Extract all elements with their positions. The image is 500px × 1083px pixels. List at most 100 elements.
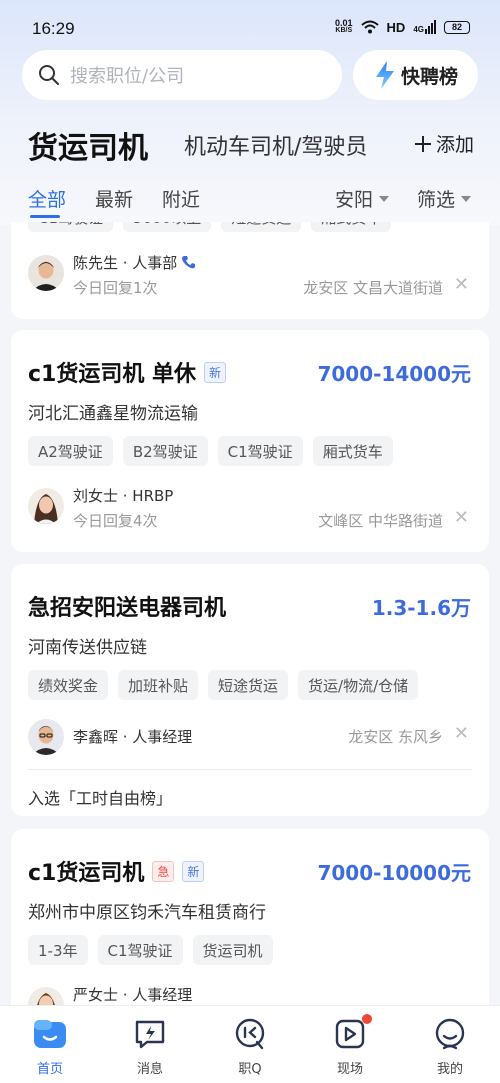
net-speed: 0.01 KB/S	[335, 19, 353, 35]
salary: 7000-14000元	[317, 362, 471, 386]
avatar	[28, 255, 64, 291]
nav-profile[interactable]: 我的	[400, 1006, 500, 1083]
tag: 5000以上	[123, 222, 212, 232]
tab-nearby[interactable]: 附近	[162, 185, 200, 212]
tag-list: C1驾驶证 5000以上 短途货运 厢式货车	[28, 222, 392, 232]
nav-messages[interactable]: 消息	[100, 1006, 200, 1083]
signal-label: 4G	[413, 25, 424, 34]
tag: 绩效奖金	[28, 670, 109, 700]
nav-live[interactable]: 现场	[300, 1006, 400, 1083]
tag: 货运司机	[192, 935, 273, 965]
tag: 厢式货车	[312, 436, 393, 466]
phone-icon	[182, 256, 196, 269]
battery-icon: 82	[444, 20, 470, 34]
bottom-nav: 首页 消息 职Q 现场 我的	[0, 1005, 500, 1083]
recruiter-name: 刘女士 · HRBP	[73, 487, 174, 505]
tab-bar: 全部 最新 附近 安阳 筛选	[0, 185, 500, 218]
new-badge: 新	[182, 860, 205, 882]
job-location: 龙安区 东风乡	[348, 728, 443, 746]
nav-label: 消息	[136, 1062, 163, 1077]
avatar	[28, 488, 64, 524]
job-title-secondary[interactable]: 机动车司机/驾驶员	[184, 129, 374, 161]
salary: 7000-10000元	[317, 861, 471, 885]
recruiter-name: 严女士 · 人事经理	[73, 986, 193, 1004]
recruiter-name: 李鑫晖 · 人事经理	[73, 728, 193, 746]
city-label: 安阳	[335, 189, 374, 211]
tag-list: A2驾驶证 B2驾驶证 C1驾驶证 厢式货车	[28, 436, 393, 466]
tag: B2驾驶证	[122, 436, 208, 466]
tag: 短途货运	[221, 222, 302, 232]
tag: A2驾驶证	[28, 436, 113, 466]
search-bar[interactable]: 搜索职位/公司	[22, 50, 342, 100]
net-speed-unit: KB/S	[335, 27, 353, 34]
reply-status: 今日回复1次	[73, 279, 158, 297]
ranking-button[interactable]: 快聘榜	[353, 50, 478, 100]
net-speed-value: 0.01	[335, 18, 353, 28]
job-list: C1驾驶证 5000以上 短途货运 厢式货车 陈先生 · 人事部 今日回复1次 …	[0, 222, 500, 1005]
new-badge: 新	[204, 361, 227, 383]
ranking-note: 入选「工时自由榜」	[28, 789, 173, 808]
profile-icon	[432, 1016, 468, 1052]
urgent-badge: 急	[152, 860, 175, 882]
job-title-text: c1货运司机	[28, 861, 145, 886]
city-dropdown[interactable]: 安阳	[335, 185, 390, 212]
live-icon	[332, 1014, 372, 1052]
company-name: 河南传送供应链	[28, 638, 147, 658]
battery-level: 82	[451, 22, 462, 32]
nav-label: 现场	[336, 1062, 363, 1077]
status-icons: 0.01 KB/S HD 4G 82	[335, 19, 470, 35]
tag: 加班补贴	[118, 670, 199, 700]
search-icon	[39, 65, 59, 85]
job-card[interactable]: c1货运司机 急 新 7000-10000元 郑州市中原区钧禾汽车租赁商行 1-…	[11, 829, 489, 1005]
ranking-label: 快聘榜	[400, 65, 458, 88]
tag-list: 绩效奖金 加班补贴 短途货运 货运/物流/仓储	[28, 670, 419, 700]
job-location: 龙安区 文昌大道街道	[303, 279, 443, 297]
nav-label: 职Q	[238, 1062, 262, 1077]
tag: C1驾驶证	[28, 222, 114, 232]
tab-all[interactable]: 全部	[28, 185, 66, 212]
plus-icon	[415, 135, 431, 152]
status-time: 16:29	[32, 19, 75, 38]
lightning-icon	[375, 61, 394, 89]
job-location: 文峰区 中华路街道	[318, 512, 443, 530]
signal-icon: 4G	[413, 20, 436, 34]
add-label: 添加	[436, 134, 475, 156]
divider	[28, 769, 472, 770]
tag: 厢式货车	[311, 222, 392, 232]
notification-dot	[362, 1014, 372, 1024]
tab-latest[interactable]: 最新	[95, 185, 133, 212]
filter-label: 筛选	[417, 189, 456, 211]
job-card[interactable]: 急招安阳送电器司机 1.3-1.6万 河南传送供应链 绩效奖金 加班补贴 短途货…	[11, 564, 489, 816]
close-icon[interactable]: ✕	[454, 723, 469, 744]
tag-list: 1-3年 C1驾驶证 货运司机	[28, 935, 273, 965]
close-icon[interactable]: ✕	[454, 507, 469, 528]
avatar	[28, 987, 64, 1005]
close-icon[interactable]: ✕	[454, 274, 469, 295]
job-title-text: 急招安阳送电器司机	[28, 596, 227, 621]
job-title: c1货运司机 单休 新	[28, 356, 227, 388]
tag: 货运/物流/仓储	[298, 670, 419, 700]
nav-home[interactable]: 首页	[0, 1006, 100, 1083]
wifi-icon	[360, 20, 379, 34]
job-title-primary[interactable]: 货运司机	[28, 123, 148, 167]
nav-jobq[interactable]: 职Q	[200, 1006, 300, 1083]
add-button[interactable]: 添加	[414, 130, 474, 157]
recruiter-text: 陈先生 · 人事部	[73, 254, 178, 272]
chevron-down-icon	[379, 195, 390, 202]
company-name: 郑州市中原区钧禾汽车租赁商行	[28, 903, 266, 923]
nav-label: 首页	[36, 1062, 63, 1077]
job-card[interactable]: C1驾驶证 5000以上 短途货运 厢式货车 陈先生 · 人事部 今日回复1次 …	[11, 222, 489, 319]
tag: C1驾驶证	[217, 436, 303, 466]
recruiter-name: 陈先生 · 人事部	[73, 252, 196, 273]
filter-dropdown[interactable]: 筛选	[417, 185, 472, 212]
home-icon	[32, 1016, 68, 1052]
avatar	[28, 719, 64, 755]
chevron-down-icon	[461, 195, 472, 202]
salary: 1.3-1.6万	[371, 596, 471, 620]
message-icon	[132, 1016, 168, 1052]
job-title: 急招安阳送电器司机	[28, 590, 226, 622]
jobq-icon	[232, 1016, 268, 1052]
job-card[interactable]: c1货运司机 单休 新 7000-14000元 河北汇通鑫星物流运输 A2驾驶证…	[11, 330, 489, 552]
tag: 1-3年	[28, 935, 88, 965]
company-name: 河北汇通鑫星物流运输	[28, 404, 198, 424]
